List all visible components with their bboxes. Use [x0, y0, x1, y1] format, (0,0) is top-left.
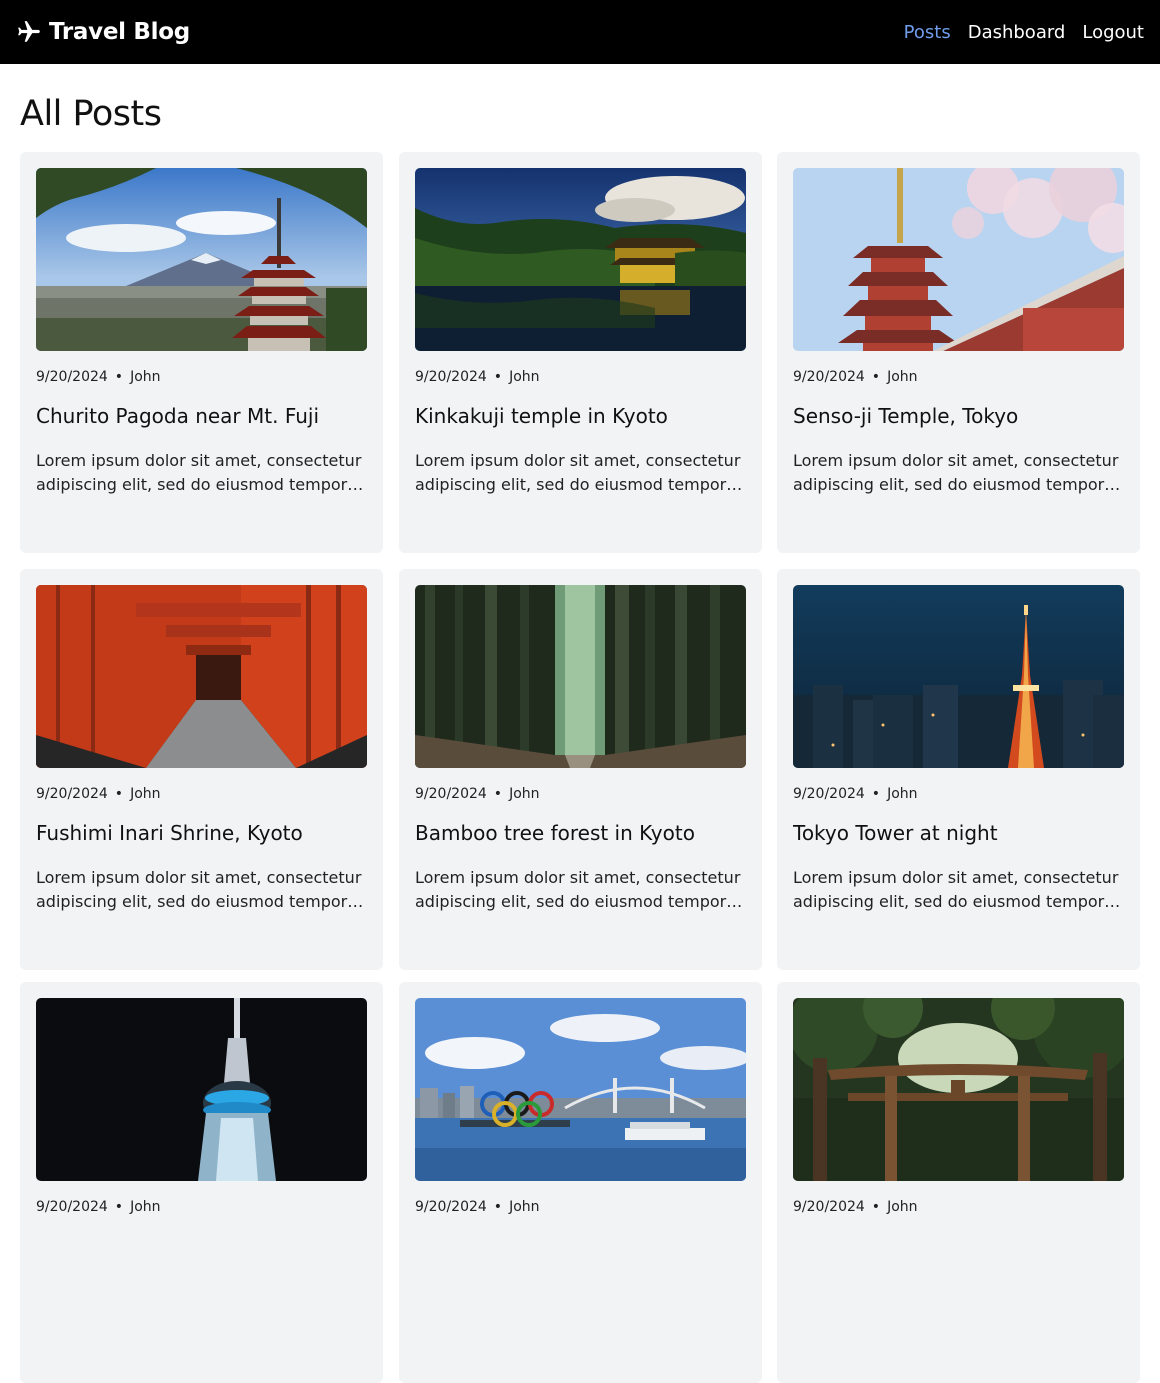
- post-meta: 9/20/2024 • John: [36, 786, 161, 802]
- post-title[interactable]: Churito Pagoda near Mt. Fuji: [36, 404, 367, 428]
- top-navbar: Travel Blog Posts Dashboard Logout: [0, 0, 1160, 64]
- post-title[interactable]: Senso-ji Temple, Tokyo: [793, 404, 1124, 428]
- olympic-rings-bay-photo[interactable]: [415, 998, 746, 1181]
- tokyo-tower-photo[interactable]: [793, 585, 1124, 768]
- page-title: All Posts: [20, 94, 162, 134]
- post-meta: 9/20/2024 • John: [415, 369, 540, 385]
- post-excerpt: Lorem ipsum dolor sit amet, consectetur …: [415, 451, 741, 494]
- post-excerpt: Lorem ipsum dolor sit amet, consectetur …: [793, 451, 1119, 494]
- post-author: John: [130, 369, 161, 385]
- post-date: 9/20/2024: [36, 1199, 108, 1215]
- post-meta: 9/20/2024 • John: [793, 369, 918, 385]
- nav-link-posts[interactable]: Posts: [904, 22, 951, 43]
- post-card[interactable]: 9/20/2024 • John Bamboo tree forest in Kyo…: [399, 569, 762, 970]
- post-title[interactable]: Tokyo Tower at night: [793, 821, 1124, 845]
- golden-temple-photo[interactable]: [415, 168, 746, 351]
- post-date: 9/20/2024: [415, 786, 487, 802]
- post-meta: 9/20/2024 • John: [793, 786, 918, 802]
- post-excerpt: Lorem ipsum dolor sit amet, consectetur …: [36, 451, 362, 494]
- nav-link-dashboard[interactable]: Dashboard: [968, 22, 1066, 43]
- nav-links: Posts Dashboard Logout: [887, 22, 1144, 43]
- meta-separator: •: [114, 786, 124, 802]
- post-date: 9/20/2024: [793, 1199, 865, 1215]
- meta-separator: •: [493, 786, 503, 802]
- skytree-photo[interactable]: [36, 998, 367, 1181]
- senso-ji-photo[interactable]: [793, 168, 1124, 351]
- post-card[interactable]: 9/20/2024 • John Tokyo Tower at night Lore…: [777, 569, 1140, 970]
- airplane-icon: [18, 21, 40, 42]
- post-meta: 9/20/2024 • John: [36, 1199, 161, 1215]
- post-author: John: [130, 1199, 161, 1215]
- post-excerpt: Lorem ipsum dolor sit amet, consectetur …: [415, 868, 741, 911]
- post-card[interactable]: 9/20/2024 • John: [399, 982, 762, 1383]
- post-date: 9/20/2024: [36, 786, 108, 802]
- post-date: 9/20/2024: [415, 1199, 487, 1215]
- post-meta: 9/20/2024 • John: [415, 1199, 540, 1215]
- post-excerpt: Lorem ipsum dolor sit amet, consectetur …: [36, 868, 362, 911]
- post-excerpt: Lorem ipsum dolor sit amet, consectetur …: [793, 868, 1119, 911]
- post-card[interactable]: 9/20/2024 • John: [20, 982, 383, 1383]
- post-card[interactable]: 9/20/2024 • John: [777, 982, 1140, 1383]
- post-date: 9/20/2024: [793, 786, 865, 802]
- post-date: 9/20/2024: [36, 369, 108, 385]
- meta-separator: •: [114, 1199, 124, 1215]
- post-author: John: [509, 786, 540, 802]
- forest-torii-photo[interactable]: [793, 998, 1124, 1181]
- pagoda-mt-fuji-photo[interactable]: [36, 168, 367, 351]
- post-date: 9/20/2024: [793, 369, 865, 385]
- post-meta: 9/20/2024 • John: [36, 369, 161, 385]
- post-card[interactable]: 9/20/2024 • John Kinkakuji temple in Kyoto…: [399, 152, 762, 553]
- post-card[interactable]: 9/20/2024 • John Senso-ji Temple, Tokyo Lo…: [777, 152, 1140, 553]
- post-card[interactable]: 9/20/2024 • John Churito Pagoda near Mt. F…: [20, 152, 383, 553]
- post-author: John: [887, 786, 918, 802]
- post-author: John: [887, 1199, 918, 1215]
- meta-separator: •: [871, 369, 881, 385]
- post-author: John: [130, 786, 161, 802]
- post-card[interactable]: 9/20/2024 • John Fushimi Inari Shrine, Kyo…: [20, 569, 383, 970]
- post-title[interactable]: Fushimi Inari Shrine, Kyoto: [36, 821, 367, 845]
- post-title[interactable]: Kinkakuji temple in Kyoto: [415, 404, 746, 428]
- brand-title: Travel Blog: [49, 19, 190, 45]
- meta-separator: •: [871, 1199, 881, 1215]
- post-date: 9/20/2024: [415, 369, 487, 385]
- nav-link-logout[interactable]: Logout: [1082, 22, 1144, 43]
- post-meta: 9/20/2024 • John: [415, 786, 540, 802]
- post-title[interactable]: Bamboo tree forest in Kyoto: [415, 821, 746, 845]
- meta-separator: •: [114, 369, 124, 385]
- post-author: John: [509, 1199, 540, 1215]
- meta-separator: •: [493, 369, 503, 385]
- torii-gates-photo[interactable]: [36, 585, 367, 768]
- meta-separator: •: [493, 1199, 503, 1215]
- post-meta: 9/20/2024 • John: [793, 1199, 918, 1215]
- bamboo-forest-photo[interactable]: [415, 585, 746, 768]
- meta-separator: •: [871, 786, 881, 802]
- brand-link[interactable]: Travel Blog: [16, 19, 190, 45]
- post-author: John: [509, 369, 540, 385]
- post-author: John: [887, 369, 918, 385]
